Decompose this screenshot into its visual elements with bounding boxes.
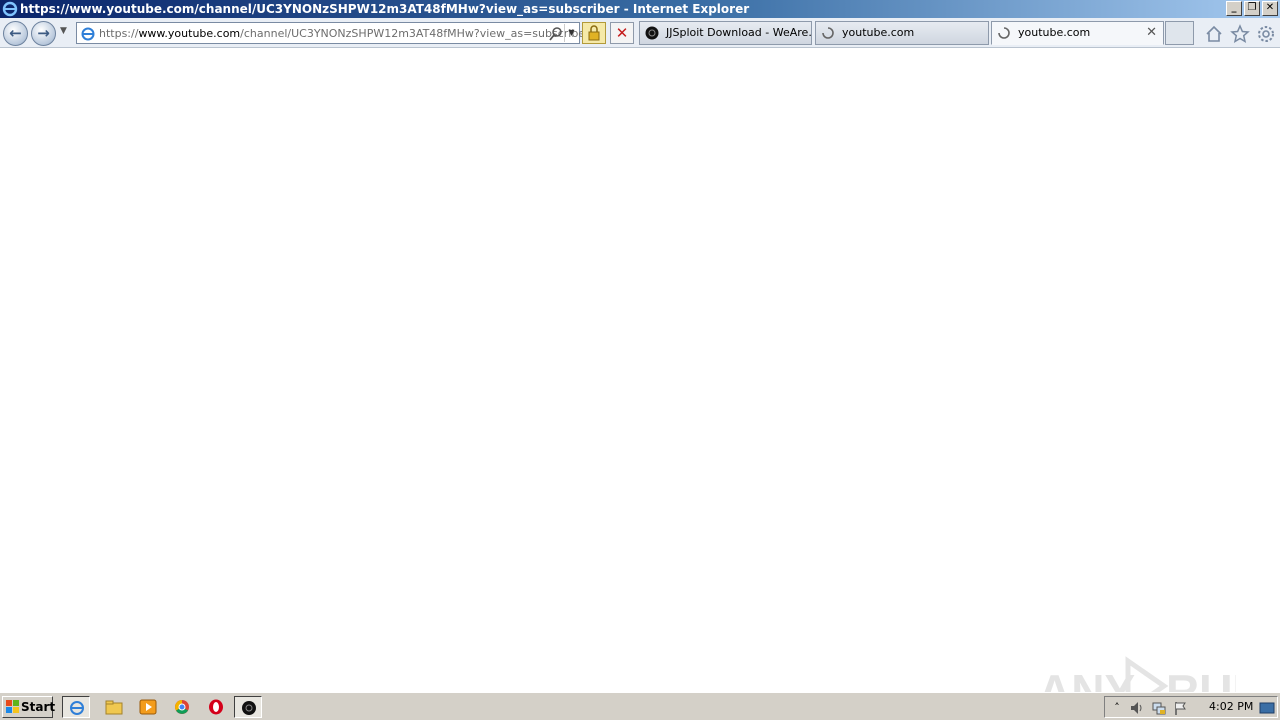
favorites-star-icon[interactable] (1230, 24, 1250, 44)
chrome-icon (175, 700, 189, 714)
start-button[interactable]: Start (2, 696, 56, 718)
taskbar-chrome[interactable] (168, 696, 196, 718)
window-controls: _ ❐ ✕ (1226, 1, 1278, 16)
opera-icon (209, 699, 223, 715)
navigation-bar: ← → ▼ https://www.youtube.com/channel/UC… (0, 18, 1280, 48)
show-hidden-icons-icon[interactable]: ˄ (1109, 700, 1125, 716)
loading-icon (822, 27, 834, 39)
tab-youtube-2[interactable]: youtube.com ✕ (991, 21, 1164, 45)
address-bar[interactable]: https://www.youtube.com/channel/UC3YNONz… (76, 22, 590, 44)
tab-close-icon[interactable]: ✕ (1146, 22, 1157, 44)
search-icon[interactable] (549, 26, 563, 42)
toolbar-right (1204, 24, 1276, 44)
volume-icon[interactable] (1129, 700, 1145, 716)
history-dropdown-icon[interactable]: ▼ (60, 26, 67, 36)
system-tray: ˄ 4:02 PM (1104, 696, 1278, 718)
stop-x-icon: ✕ (615, 24, 629, 42)
tab-label: youtube.com (1018, 26, 1091, 39)
taskbar-jjsploit[interactable] (234, 696, 262, 718)
title-bar: https://www.youtube.com/channel/UC3YNONz… (0, 0, 1280, 18)
taskbar: Start ˄ 4:02 PM (0, 692, 1280, 720)
forward-arrow-icon: → (37, 24, 50, 42)
windows-logo-icon (6, 700, 19, 713)
stop-button[interactable]: ✕ (610, 22, 634, 44)
loading-icon (998, 27, 1010, 39)
url-scheme: https:// (99, 27, 139, 40)
ie-page-icon (81, 27, 95, 41)
folder-icon (105, 700, 123, 715)
taskbar-media-player[interactable] (134, 696, 162, 718)
back-arrow-icon: ← (9, 24, 22, 42)
settings-gear-icon[interactable] (1256, 24, 1276, 44)
security-lock-button[interactable] (582, 22, 606, 44)
url-path: /channel/UC3YNONzSHPW12m3AT48fMHw?view_a… (240, 27, 590, 40)
back-button[interactable]: ← (3, 21, 28, 46)
new-tab-button[interactable] (1165, 21, 1194, 45)
page-content: ANY RUN (0, 49, 1280, 717)
network-icon[interactable] (1151, 700, 1167, 716)
taskbar-file-explorer[interactable] (100, 696, 128, 718)
address-dropdown-icon[interactable]: ▼ (564, 24, 578, 42)
internet-explorer-icon (2, 1, 18, 17)
url-host: www.youtube.com (138, 27, 241, 40)
jjsploit-icon (645, 26, 659, 40)
tab-jjsploit[interactable]: JJSploit Download - WeAre... (639, 21, 812, 45)
internet-explorer-icon (70, 701, 84, 715)
clock[interactable]: 4:02 PM (1209, 697, 1253, 717)
minimize-button[interactable]: _ (1226, 1, 1242, 16)
browser-window: https://www.youtube.com/channel/UC3YNONz… (0, 0, 1280, 720)
show-desktop-icon[interactable] (1259, 700, 1275, 716)
restore-button[interactable]: ❐ (1244, 1, 1260, 16)
tab-label: JJSploit Download - WeAre... (666, 26, 812, 39)
home-icon[interactable] (1204, 24, 1224, 44)
close-window-button[interactable]: ✕ (1262, 1, 1278, 16)
tab-youtube-1[interactable]: youtube.com (815, 21, 989, 45)
forward-button[interactable]: → (31, 21, 56, 46)
url-text[interactable]: https://www.youtube.com/channel/UC3YNONz… (99, 26, 590, 42)
lock-icon (588, 25, 600, 41)
taskbar-internet-explorer[interactable] (62, 696, 90, 718)
window-title: https://www.youtube.com/channel/UC3YNONz… (20, 2, 750, 16)
tab-label: youtube.com (842, 26, 915, 39)
taskbar-opera[interactable] (202, 696, 230, 718)
jjsploit-icon (242, 701, 256, 715)
start-label: Start (21, 700, 56, 714)
media-player-icon (139, 699, 157, 715)
action-center-flag-icon[interactable] (1173, 700, 1189, 716)
